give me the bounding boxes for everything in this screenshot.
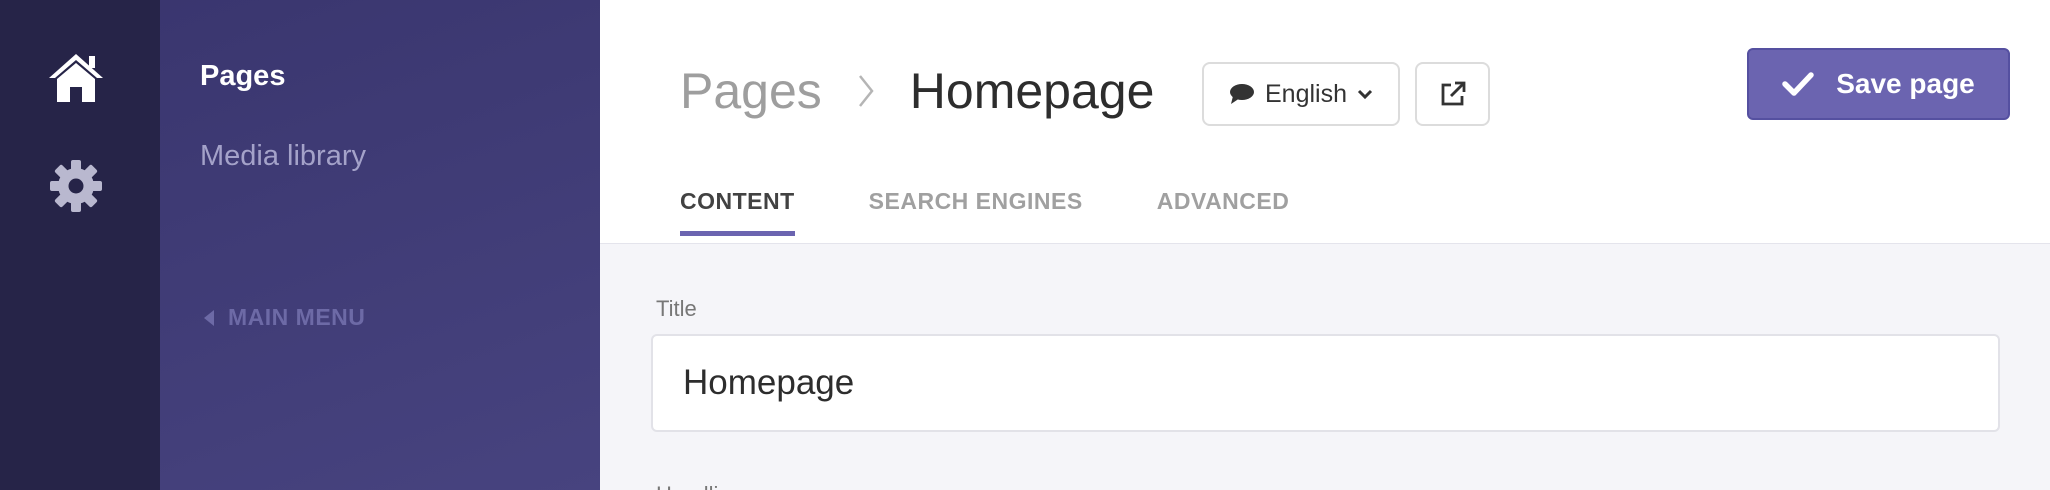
- breadcrumb-pages-link[interactable]: Pages: [680, 62, 822, 120]
- checkmark-icon: [1782, 72, 1814, 96]
- chevron-right-icon: [858, 74, 874, 108]
- settings-nav-button[interactable]: [42, 152, 110, 220]
- language-label: English: [1265, 79, 1347, 108]
- main-menu-label: MAIN MENU: [228, 304, 366, 330]
- save-page-label: Save page: [1836, 68, 1975, 99]
- tab-advanced[interactable]: ADVANCED: [1157, 188, 1290, 235]
- content-area: Title Headline: [600, 244, 2050, 490]
- page-title: Homepage: [909, 63, 1155, 119]
- gear-icon: [50, 160, 102, 212]
- open-external-button[interactable]: [1415, 62, 1490, 126]
- tab-search-engines[interactable]: SEARCH ENGINES: [869, 188, 1083, 235]
- breadcrumb: Pages Homepage: [680, 62, 1154, 120]
- title-input[interactable]: [651, 334, 2000, 432]
- home-nav-button[interactable]: [42, 44, 110, 112]
- sidebar-item-media-library[interactable]: Media library: [200, 140, 366, 173]
- page-header: Pages Homepage English Save page CONTENT…: [600, 0, 2050, 244]
- tab-content[interactable]: CONTENT: [680, 188, 795, 236]
- home-icon: [49, 54, 103, 102]
- title-field-label: Title: [656, 296, 697, 321]
- save-page-button[interactable]: Save page: [1747, 48, 2010, 120]
- tab-bar: CONTENT SEARCH ENGINES ADVANCED: [680, 188, 1290, 236]
- speech-bubble-icon: [1230, 84, 1254, 104]
- main-menu-back-link[interactable]: MAIN MENU: [204, 304, 365, 331]
- headline-field-label: Headline: [656, 482, 743, 490]
- caret-left-icon: [204, 309, 214, 326]
- sidebar-item-pages[interactable]: Pages: [200, 60, 285, 93]
- app: Pages Media library MAIN MENU Pages Home…: [0, 0, 2050, 490]
- language-select-button[interactable]: English: [1202, 62, 1400, 126]
- chevron-down-icon: [1357, 89, 1373, 100]
- section-sidebar: Pages Media library MAIN MENU: [160, 0, 600, 490]
- icon-rail: [0, 0, 160, 490]
- external-link-icon: [1441, 81, 1465, 106]
